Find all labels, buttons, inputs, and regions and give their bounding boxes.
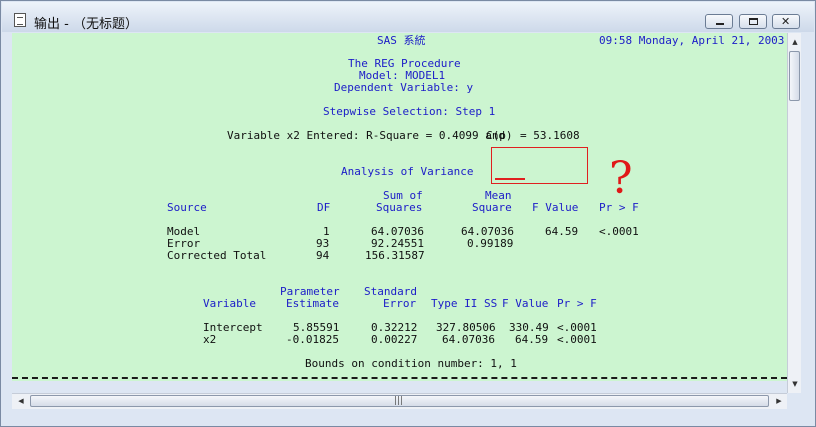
grip-icon: ||| xyxy=(394,396,404,406)
maximize-button[interactable] xyxy=(739,14,767,29)
cp-value: = 53.1608 xyxy=(520,129,580,142)
params-header-variable: Variable xyxy=(203,297,256,310)
scroll-right-icon[interactable]: ▶ xyxy=(772,394,786,409)
document-icon xyxy=(14,13,26,27)
dependent-variable: Dependent Variable: y xyxy=(334,81,474,94)
param-se: 0.00227 xyxy=(371,333,418,346)
params-header-se2: Error xyxy=(383,297,417,310)
scroll-down-icon[interactable]: ▼ xyxy=(789,377,801,391)
param-estimate: -0.01825 xyxy=(286,333,339,346)
window-bottom-frame xyxy=(1,411,815,426)
bounds-text: Bounds on condition number: 1, 1 xyxy=(305,357,517,370)
close-icon: ✕ xyxy=(781,15,791,28)
step-entered-text: Variable x2 Entered: R-Square = 0.4099 a… xyxy=(227,129,506,142)
anova-df: 94 xyxy=(316,249,330,262)
cp-label: C(p) xyxy=(486,129,513,142)
anova-f: 64.59 xyxy=(545,225,579,238)
page-break-line xyxy=(12,377,787,379)
output-content[interactable]: SAS 系統 09:58 Monday, April 21, 2003 The … xyxy=(12,33,787,381)
horizontal-scrollbar[interactable]: ◀ ||| ▶ xyxy=(12,393,787,409)
minimize-button[interactable] xyxy=(705,14,733,29)
param-f: 64.59 xyxy=(515,333,549,346)
anova-ss: 156.31587 xyxy=(365,249,425,262)
system-title: SAS 系統 xyxy=(377,34,426,47)
anova-title: Analysis of Variance xyxy=(341,165,474,178)
anova-header-df: DF xyxy=(317,201,331,214)
param-p: <.0001 xyxy=(557,333,597,346)
cp-underline-mark xyxy=(495,178,525,180)
close-button[interactable]: ✕ xyxy=(772,14,800,29)
anova-header-ms2: Square xyxy=(472,201,512,214)
maximize-icon xyxy=(749,18,758,25)
params-header-type2ss: Type II SS xyxy=(431,297,498,310)
anova-header-fvalue: F Value xyxy=(532,201,579,214)
params-header-fvalue: F Value xyxy=(502,297,549,310)
param-ss: 64.07036 xyxy=(442,333,495,346)
step-title: Stepwise Selection: Step 1 xyxy=(323,105,496,118)
scroll-up-icon[interactable]: ▲ xyxy=(789,35,801,49)
horizontal-scroll-thumb[interactable]: ||| xyxy=(30,395,769,407)
title-bar[interactable]: 输出 - （无标题） ✕ xyxy=(2,2,814,32)
anova-header-source: Source xyxy=(167,201,207,214)
vertical-scrollbar[interactable]: ▲ ▼ xyxy=(787,33,801,393)
anova-ms: 0.99189 xyxy=(467,237,514,250)
anova-source: Corrected Total xyxy=(167,249,267,262)
scroll-left-icon[interactable]: ◀ xyxy=(14,394,28,409)
minimize-icon xyxy=(716,23,724,25)
run-datetime: 09:58 Monday, April 21, 2003 xyxy=(599,34,785,47)
question-mark-annotation: ? xyxy=(609,153,633,204)
vertical-scroll-thumb[interactable] xyxy=(789,51,800,101)
anova-p: <.0001 xyxy=(599,225,639,238)
params-header-pr: Pr > F xyxy=(557,297,597,310)
window-title: 输出 - （无标题） xyxy=(34,17,138,32)
params-header-est2: Estimate xyxy=(286,297,339,310)
param-variable: x2 xyxy=(203,333,217,346)
anova-header-ss2: Squares xyxy=(376,201,423,214)
output-window: 输出 - （无标题） ✕ SAS 系統 09:58 Monday, April … xyxy=(0,0,816,427)
